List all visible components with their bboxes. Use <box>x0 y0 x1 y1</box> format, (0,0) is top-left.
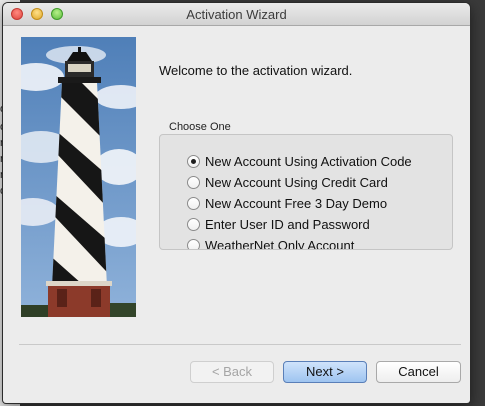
option-user-id-password[interactable]: Enter User ID and Password <box>187 215 370 233</box>
welcome-text: Welcome to the activation wizard. <box>159 63 353 78</box>
cancel-button[interactable]: Cancel <box>376 361 461 383</box>
option-label: New Account Using Activation Code <box>205 153 412 169</box>
radio-icon[interactable] <box>187 238 200 249</box>
option-free-demo[interactable]: New Account Free 3 Day Demo <box>187 194 387 212</box>
option-credit-card[interactable]: New Account Using Credit Card <box>187 173 388 191</box>
activation-wizard-window: Activation Wizard Welcome to the activat… <box>3 3 470 403</box>
choose-one-group: New Account Using Activation Code New Ac… <box>159 134 453 250</box>
option-activation-code[interactable]: New Account Using Activation Code <box>187 152 412 170</box>
option-label: Enter User ID and Password <box>205 216 370 232</box>
next-button[interactable]: Next > <box>283 361 367 383</box>
option-label: New Account Using Credit Card <box>205 174 388 190</box>
radio-icon[interactable] <box>187 217 200 231</box>
divider <box>19 344 461 345</box>
option-label: WeatherNet Only Account <box>205 237 355 250</box>
radio-selected-icon[interactable] <box>187 154 200 168</box>
lighthouse-image <box>21 37 136 317</box>
radio-icon[interactable] <box>187 175 200 189</box>
group-title: Choose One <box>169 121 231 133</box>
window-title: Activation Wizard <box>186 7 287 22</box>
back-button[interactable]: < Back <box>190 361 274 383</box>
title-bar[interactable]: Activation Wizard <box>3 3 470 26</box>
radio-icon[interactable] <box>187 196 200 210</box>
option-label: New Account Free 3 Day Demo <box>205 195 388 211</box>
option-weathernet-only[interactable]: WeatherNet Only Account <box>187 236 355 250</box>
